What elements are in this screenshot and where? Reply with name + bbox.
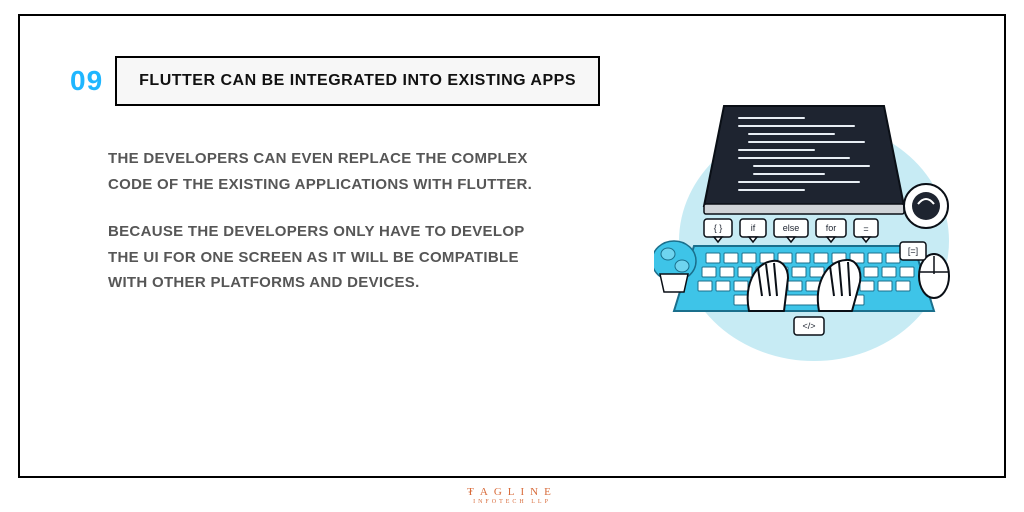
paragraph-1: THE DEVELOPERS CAN EVEN REPLACE THE COMP… xyxy=(108,146,550,197)
brand-logo: ₮AGLINE INFOTECH LLP xyxy=(467,486,557,506)
svg-text:if: if xyxy=(751,223,756,233)
brand-subtitle: INFOTECH LLP xyxy=(467,499,557,506)
svg-text:=: = xyxy=(863,224,868,234)
keyboard-icon xyxy=(674,246,934,311)
svg-text:{ }: { } xyxy=(714,223,723,233)
bubble-tag-icon: </> xyxy=(794,317,824,335)
heading-row: 09 FLUTTER CAN BE INTEGRATED INTO EXISTI… xyxy=(70,56,634,106)
svg-text:[=]: [=] xyxy=(908,246,918,256)
content-row: 09 FLUTTER CAN BE INTEGRATED INTO EXISTI… xyxy=(70,56,954,366)
slide-number: 09 xyxy=(70,65,103,97)
brand-name: ₮AGLINE xyxy=(467,486,557,498)
body-text: THE DEVELOPERS CAN EVEN REPLACE THE COMP… xyxy=(70,146,550,296)
text-column: 09 FLUTTER CAN BE INTEGRATED INTO EXISTI… xyxy=(70,56,634,318)
coffee-cup-icon xyxy=(904,184,948,228)
bubble-square-icon: [=] xyxy=(900,242,926,260)
svg-text:</>: </> xyxy=(802,321,815,331)
slide-title: FLUTTER CAN BE INTEGRATED INTO EXISTING … xyxy=(115,56,600,106)
paragraph-2: BECAUSE THE DEVELOPERS ONLY HAVE TO DEVE… xyxy=(108,219,550,296)
svg-text:else: else xyxy=(783,223,800,233)
monitor-icon xyxy=(704,106,904,214)
svg-text:for: for xyxy=(826,223,837,233)
developer-illustration: { } if else for = [=] </> xyxy=(654,86,954,366)
slide-frame: 09 FLUTTER CAN BE INTEGRATED INTO EXISTI… xyxy=(18,14,1006,478)
